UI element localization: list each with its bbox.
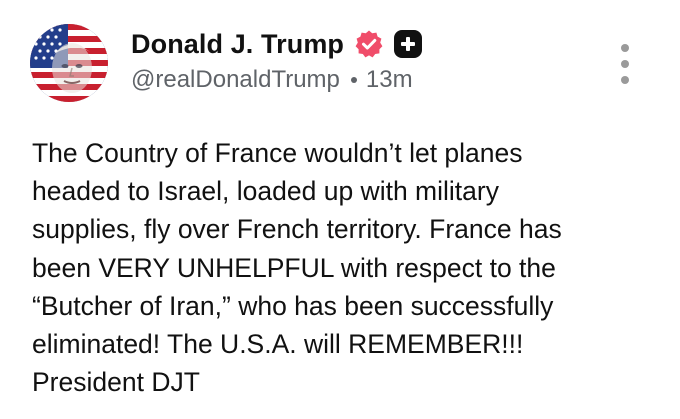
avatar[interactable] [30,24,108,102]
post-text-line: “Butcher of Iran,” who has been successf… [32,290,554,321]
author-display-name[interactable]: Donald J. Trump [131,29,344,60]
post-text-line: President DJT [32,367,200,398]
more-vertical-icon-dot [621,76,629,84]
author-name-row: Donald J. Trump [131,24,423,64]
post-text-line: supplies, fly over French territory. Fra… [32,214,562,245]
more-options-button[interactable] [614,44,636,84]
post-text-line: The Country of France wouldn’t let plane… [32,138,523,168]
separator-dot [350,77,357,83]
verified-badge-icon [355,30,383,58]
post-text-line: been VERY UNHELPFUL with respect to the [32,252,556,283]
more-vertical-icon-dot [621,44,629,52]
flag-portrait-avatar-icon [30,24,108,102]
post-text-line: headed to Israel, loaded up with militar… [32,176,499,207]
post-card: Donald J. Trump @realDonaldTrump 13m The… [0,0,680,419]
plus-badge-icon [394,30,423,58]
more-vertical-icon-dot [621,60,629,68]
author-meta-row: @realDonaldTrump 13m [131,66,413,94]
post-text-line: eliminated! The U.S.A. will REMEMBER!!! [32,329,524,360]
post-timestamp[interactable]: 13m [366,66,413,94]
author-handle[interactable]: @realDonaldTrump [131,66,340,94]
post-text: The Country of France wouldn’t let plane… [32,134,657,401]
